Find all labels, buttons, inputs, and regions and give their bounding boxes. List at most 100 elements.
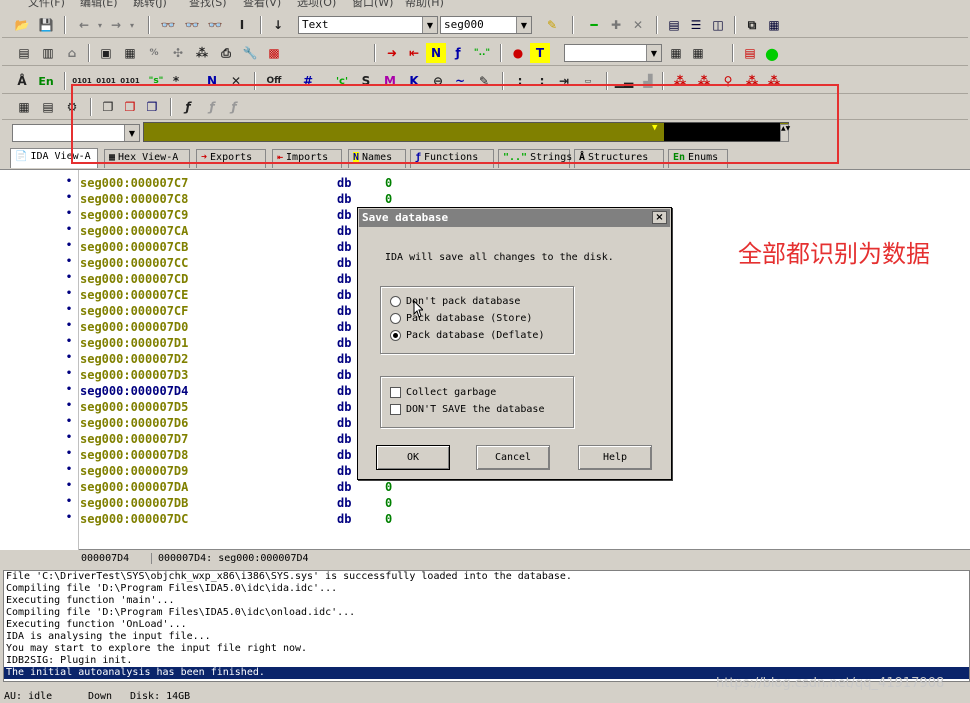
type-t-icon[interactable]: T [530, 43, 550, 63]
instruction[interactable]: db [337, 512, 351, 526]
instruction[interactable]: db [337, 272, 351, 286]
dialog-title-bar[interactable]: Save database × [359, 209, 670, 227]
address[interactable]: seg000:000007CF [80, 304, 188, 318]
highlight-pen-icon[interactable]: ✎ [542, 15, 562, 35]
menu-options[interactable]: 选项(O) [297, 0, 336, 8]
table-row[interactable]: • seg000:000007C8 db 0 [0, 192, 970, 208]
radio-button[interactable] [390, 296, 401, 307]
address[interactable]: seg000:000007DC [80, 512, 188, 526]
checkbox-collect-garbage[interactable]: Collect garbage [390, 387, 496, 398]
functions-icon[interactable]: ƒ [448, 43, 468, 63]
address[interactable]: seg000:000007DA [80, 480, 188, 494]
instruction[interactable]: db [337, 400, 351, 414]
operand[interactable]: 0 [385, 496, 392, 510]
strings-icon[interactable]: ".." [472, 43, 492, 63]
address[interactable]: seg000:000007D2 [80, 352, 188, 366]
green-circle-icon[interactable]: ● [762, 43, 782, 63]
address[interactable]: seg000:000007C7 [80, 176, 188, 190]
exports-icon[interactable]: ➜ [382, 43, 402, 63]
graph-icon[interactable]: ▥ [38, 43, 58, 63]
radio-dont-pack[interactable]: Don't pack database [390, 296, 520, 307]
hex-close-icon[interactable]: ▦ [688, 43, 708, 63]
home-icon[interactable]: ⌂ [62, 43, 82, 63]
address[interactable]: seg000:000007D9 [80, 464, 188, 478]
address[interactable]: seg000:000007CE [80, 288, 188, 302]
instruction[interactable]: db [337, 208, 351, 222]
instruction[interactable]: db [337, 240, 351, 254]
jump-arrow-icon[interactable]: ↓ [268, 15, 288, 35]
menu-jump[interactable]: 跳转(J) [133, 0, 167, 8]
plus-icon[interactable]: ✚ [606, 15, 626, 35]
struct-icon[interactable]: ▦ [120, 43, 140, 63]
instruction[interactable]: db [337, 496, 351, 510]
table-row[interactable]: • seg000:000007C7 db 0 [0, 176, 970, 192]
radio-button-selected[interactable] [390, 330, 401, 341]
instruction[interactable]: db [337, 432, 351, 446]
list-view-icon[interactable]: ▦ [764, 15, 784, 35]
instruction[interactable]: db [337, 416, 351, 430]
address[interactable]: seg000:000007D8 [80, 448, 188, 462]
instruction[interactable]: db [337, 384, 351, 398]
radio-pack-store[interactable]: Pack database (Store) [390, 313, 532, 324]
names-icon[interactable]: N [426, 43, 446, 63]
menu-search[interactable]: 查找(S) [189, 0, 227, 8]
chevron-down-icon[interactable]: ▼ [516, 17, 531, 33]
instruction[interactable]: db [337, 480, 351, 494]
chevron-down-icon[interactable]: ▼ [422, 17, 437, 33]
minus-icon[interactable]: ━ [584, 15, 604, 35]
address[interactable]: seg000:000007D6 [80, 416, 188, 430]
imports-icon[interactable]: ⇤ [404, 43, 424, 63]
table-row[interactable]: • seg000:000007DA db 0 [0, 480, 970, 496]
menu-help[interactable]: 帮助(H) [405, 0, 444, 8]
graph-tree-icon[interactable]: ⁂ [192, 43, 212, 63]
segment-combo[interactable]: seg000 ▼ [440, 16, 532, 34]
window-restore-icon[interactable]: ⧉ [742, 15, 762, 35]
keyboard-icon[interactable]: ▤ [38, 97, 58, 117]
printer-icon[interactable]: ⎙ [216, 43, 236, 63]
address[interactable]: seg000:000007D4 [80, 384, 188, 398]
address[interactable]: seg000:000007CC [80, 256, 188, 270]
menu-windows[interactable]: 窗口(W) [352, 0, 393, 8]
operand[interactable]: 0 [385, 176, 392, 190]
ok-button[interactable]: OK [376, 445, 450, 470]
address[interactable]: seg000:000007D0 [80, 320, 188, 334]
percent-icon[interactable]: % [144, 43, 164, 63]
cancel-button[interactable]: Cancel [476, 445, 550, 470]
binoculars-binary-icon[interactable]: 👓 [205, 15, 225, 35]
binoculars-text-icon[interactable]: 👓 [158, 15, 178, 35]
address[interactable]: seg000:000007D7 [80, 432, 188, 446]
instruction[interactable]: db [337, 352, 351, 366]
table-row[interactable]: • seg000:000007DC db 0 [0, 512, 970, 528]
instruction[interactable]: db [337, 288, 351, 302]
instruction[interactable]: db [337, 176, 351, 190]
radio-button[interactable] [390, 313, 401, 324]
report-icon[interactable]: ▤ [740, 43, 760, 63]
text-doc-icon[interactable]: ▤ [14, 43, 34, 63]
menu-view[interactable]: 查看(V) [243, 0, 281, 8]
instruction[interactable]: db [337, 224, 351, 238]
address[interactable]: seg000:000007DB [80, 496, 188, 510]
instruction[interactable]: db [337, 464, 351, 478]
table-row[interactable]: • seg000:000007DB db 0 [0, 496, 970, 512]
instruction[interactable]: db [337, 368, 351, 382]
hex-icon[interactable]: ▣ [96, 43, 116, 63]
calculator-icon[interactable]: ▦ [14, 97, 34, 117]
empty-combo[interactable]: ▼ [564, 44, 662, 62]
instruction[interactable]: db [337, 320, 351, 334]
checkbox-dont-save[interactable]: DON'T SAVE the database [390, 404, 544, 415]
save-icon[interactable]: 💾 [36, 15, 56, 35]
address[interactable]: seg000:000007CD [80, 272, 188, 286]
address[interactable]: seg000:000007CA [80, 224, 188, 238]
wrench-icon[interactable]: 🔧 [240, 43, 260, 63]
instruction[interactable]: db [337, 192, 351, 206]
output-window[interactable]: File 'C:\DriverTest\SYS\objchk_wxp_x86\i… [3, 570, 970, 682]
color-grid-icon[interactable]: ▩ [264, 43, 284, 63]
hex-edit-icon[interactable]: ▦ [666, 43, 686, 63]
address[interactable]: seg000:000007D5 [80, 400, 188, 414]
window-horizontal-icon[interactable]: ☰ [686, 15, 706, 35]
instruction[interactable]: db [337, 256, 351, 270]
checkbox[interactable] [390, 404, 401, 415]
help-button[interactable]: Help [578, 445, 652, 470]
address[interactable]: seg000:000007D1 [80, 336, 188, 350]
menu-file[interactable]: 文件(F) [28, 0, 65, 8]
